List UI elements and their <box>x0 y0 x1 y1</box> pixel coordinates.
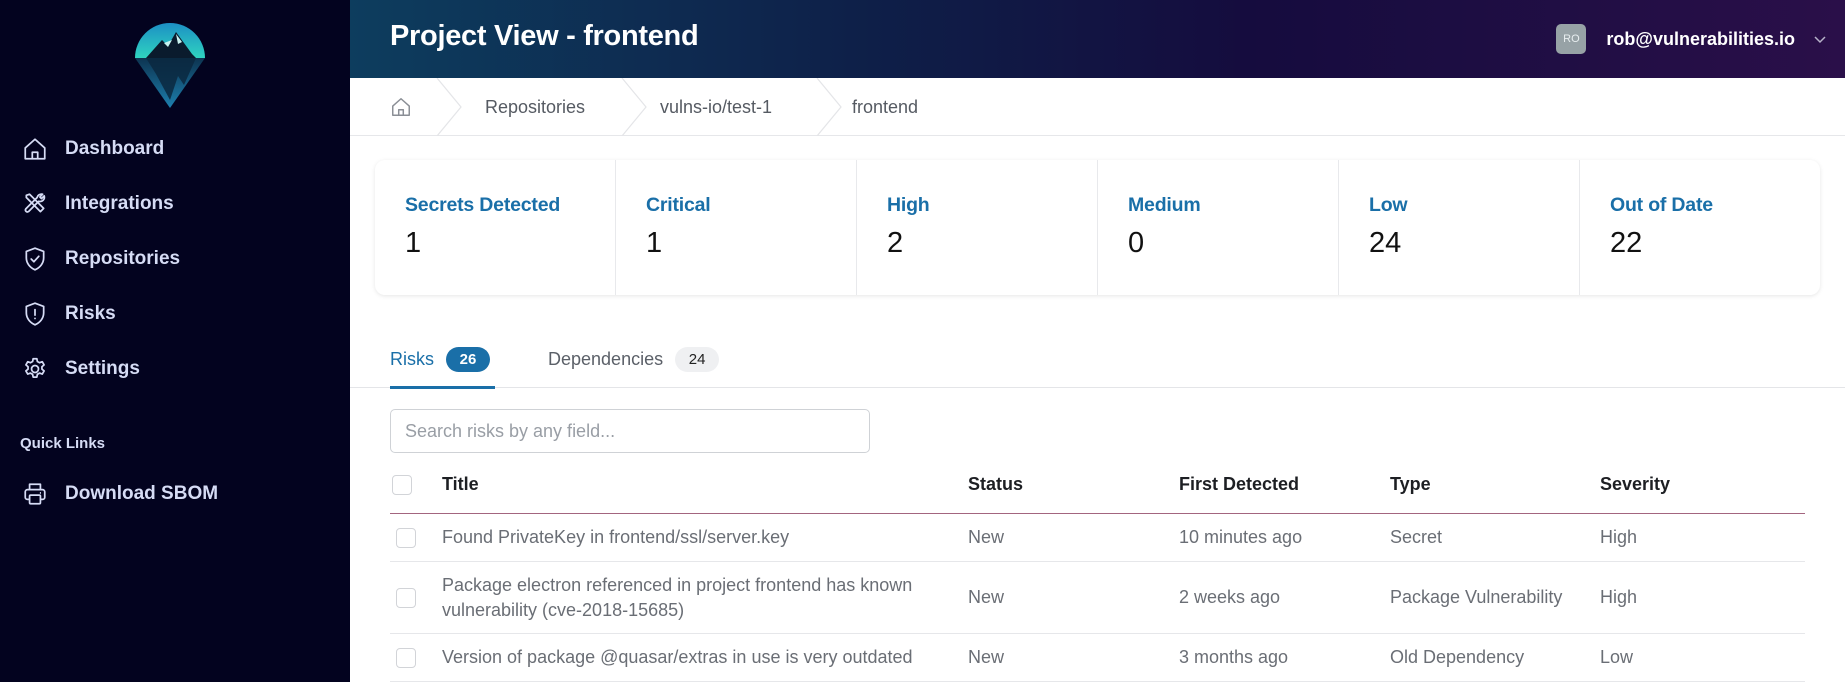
risk-title[interactable]: Package electron referenced in project f… <box>442 573 912 623</box>
sidebar-item-label: Integrations <box>65 193 174 214</box>
stat-label: High <box>887 194 930 216</box>
column-header-title[interactable]: Title <box>442 474 479 495</box>
tab-count-badge: 24 <box>675 346 720 372</box>
risk-title-line: Package electron referenced in project f… <box>442 575 913 595</box>
table-row[interactable]: Version of package @quasar/extras in use… <box>390 634 1805 682</box>
sidebar-item-risks[interactable]: Risks <box>20 296 116 332</box>
breadcrumb-home[interactable] <box>390 78 412 136</box>
stats-panel: Secrets Detected 1 Critical 1 High 2 Med… <box>375 160 1820 295</box>
stat-label: Low <box>1369 194 1408 216</box>
stat-value: 0 <box>1128 227 1145 259</box>
download-sbom-link[interactable]: Download SBOM <box>20 476 218 512</box>
column-header-first-detected[interactable]: First Detected <box>1179 474 1299 495</box>
risk-type: Old Dependency <box>1390 647 1525 667</box>
row-checkbox[interactable] <box>396 648 416 668</box>
stat-label: Out of Date <box>1610 194 1713 216</box>
search-input[interactable] <box>390 409 870 453</box>
sidebar-item-label: Dashboard <box>65 138 165 159</box>
row-checkbox[interactable] <box>396 528 416 548</box>
user-email: rob@vulnerabilities.io <box>1606 28 1795 49</box>
stat-label: Secrets Detected <box>405 194 561 216</box>
tab-label: Dependencies <box>548 348 664 369</box>
stat-low: Low 24 <box>1339 160 1580 295</box>
breadcrumb-separator <box>436 78 462 136</box>
home-icon <box>20 134 50 164</box>
shield-check-icon <box>20 244 50 274</box>
risk-status: New <box>968 587 1005 607</box>
home-icon <box>392 98 410 116</box>
risk-status: New <box>968 647 1005 667</box>
stat-label: Medium <box>1128 194 1201 216</box>
risk-first-detected: 2 weeks ago <box>1179 587 1281 607</box>
breadcrumb-item-current: frontend <box>852 96 919 117</box>
risk-type: Package Vulnerability <box>1390 587 1563 607</box>
vulnerabilities-io-logo[interactable] <box>134 10 206 110</box>
tools-icon <box>20 189 50 219</box>
sidebar-item-integrations[interactable]: Integrations <box>20 186 174 222</box>
top-header: Project View - frontend RO rob@vulnerabi… <box>350 0 1845 78</box>
sidebar-item-dashboard[interactable]: Dashboard <box>20 131 164 167</box>
breadcrumb-separator <box>816 78 842 136</box>
quick-links-heading: Quick Links <box>20 435 106 452</box>
risks-table: Title Status First Detected Type Severit… <box>390 460 1805 682</box>
stat-high: High 2 <box>857 160 1098 295</box>
page-title: Project View - frontend <box>390 20 699 52</box>
sidebar-item-label: Settings <box>65 358 140 379</box>
avatar: RO <box>1556 24 1587 54</box>
stat-label: Critical <box>646 194 711 216</box>
risk-title-line: vulnerability (cve-2018-15685) <box>442 600 685 620</box>
tab-label: Risks <box>390 348 434 369</box>
tab-count-badge: 26 <box>446 346 490 372</box>
chevron-down-icon <box>1814 36 1826 44</box>
breadcrumb-separator <box>621 78 647 136</box>
column-header-severity[interactable]: Severity <box>1600 474 1670 495</box>
table-row[interactable]: Package electron referenced in project f… <box>390 562 1805 634</box>
column-header-status[interactable]: Status <box>968 474 1023 495</box>
stat-value: 1 <box>405 227 422 259</box>
stat-value: 1 <box>646 227 663 259</box>
stat-critical: Critical 1 <box>616 160 857 295</box>
stat-value: 22 <box>1610 227 1643 259</box>
table-header: Title Status First Detected Type Severit… <box>390 460 1805 514</box>
stat-out-of-date: Out of Date 22 <box>1580 160 1820 295</box>
stat-value: 2 <box>887 227 904 259</box>
sidebar-item-label: Repositories <box>65 248 181 269</box>
stat-secrets-detected: Secrets Detected 1 <box>375 160 616 295</box>
printer-icon <box>20 479 50 509</box>
gear-icon <box>20 354 50 384</box>
risk-type: Secret <box>1390 527 1443 547</box>
select-all-checkbox[interactable] <box>392 475 412 495</box>
user-menu[interactable]: RO rob@vulnerabilities.io <box>1556 0 1845 78</box>
risk-severity: High <box>1600 527 1638 547</box>
table-row[interactable]: Found PrivateKey in frontend/ssl/server.… <box>390 514 1805 562</box>
shield-exclamation-icon <box>20 299 50 329</box>
risk-first-detected: 3 months ago <box>1179 647 1289 667</box>
risk-title[interactable]: Version of package @quasar/extras in use… <box>442 645 913 670</box>
tab-risks[interactable]: Risks 26 <box>390 330 495 389</box>
risk-status: New <box>968 527 1005 547</box>
tabs: Risks 26 Dependencies 24 <box>350 330 1845 389</box>
breadcrumb: Repositories vulns-io/test-1 frontend <box>350 78 1845 136</box>
download-sbom-label: Download SBOM <box>65 483 219 504</box>
sidebar-item-repositories[interactable]: Repositories <box>20 241 180 277</box>
sidebar-item-settings[interactable]: Settings <box>20 351 140 387</box>
risk-severity: Low <box>1600 647 1634 667</box>
column-header-type[interactable]: Type <box>1390 474 1431 495</box>
sidebar-item-label: Risks <box>65 303 116 324</box>
risk-first-detected: 10 minutes ago <box>1179 527 1303 547</box>
risk-severity: High <box>1600 587 1638 607</box>
sidebar: Dashboard Integrations Repositories Risk… <box>0 0 350 682</box>
row-checkbox[interactable] <box>396 588 416 608</box>
stat-value: 24 <box>1369 227 1402 259</box>
breadcrumb-item-repo[interactable]: vulns-io/test-1 <box>660 78 772 136</box>
tab-dependencies[interactable]: Dependencies 24 <box>548 330 720 388</box>
stat-medium: Medium 0 <box>1098 160 1339 295</box>
risk-title[interactable]: Found PrivateKey in frontend/ssl/server.… <box>442 525 789 550</box>
breadcrumb-item-repositories[interactable]: Repositories <box>485 78 585 136</box>
